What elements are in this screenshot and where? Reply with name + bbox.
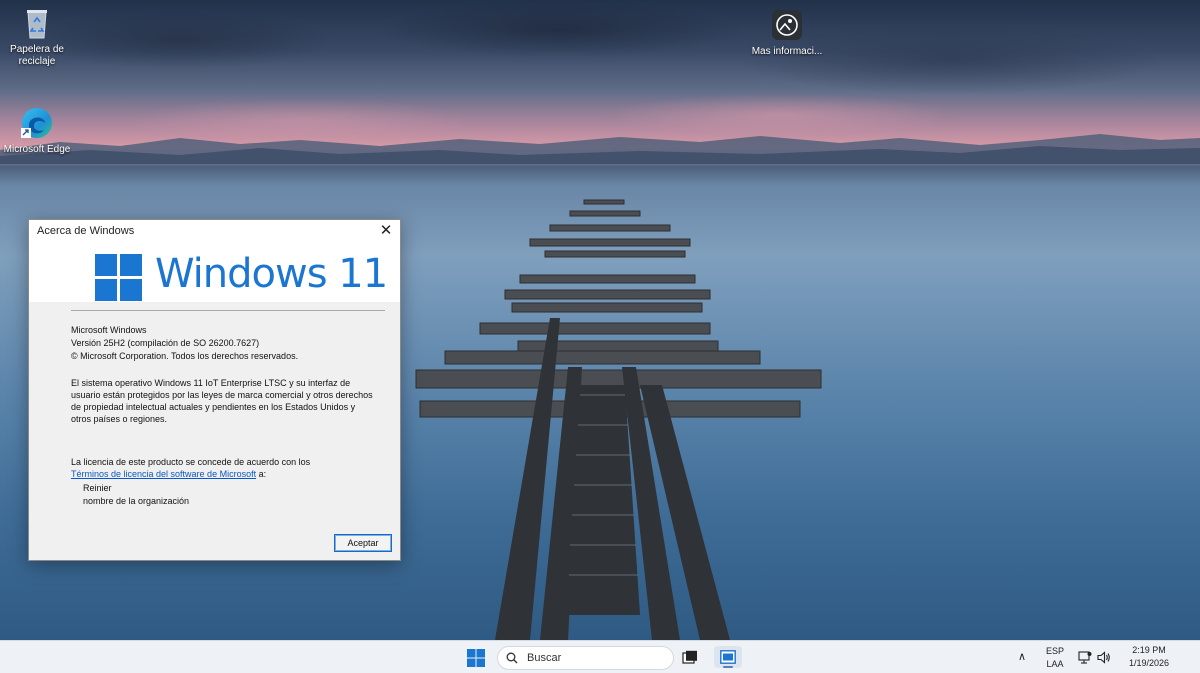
search-placeholder: Buscar [527, 652, 562, 664]
learn-about-picture-icon [772, 10, 802, 40]
start-icon[interactable] [465, 649, 487, 667]
recycle-bin-icon [27, 10, 47, 39]
active-indicator [723, 666, 733, 668]
keyboard-layout: LAA [1046, 659, 1064, 669]
license-line: Términos de licencia del software de Mic… [71, 468, 266, 481]
version-text: Versión 25H2 (compilación de SO 26200.76… [71, 338, 260, 348]
licensed-user: Reinier [83, 483, 112, 493]
task-view-icon[interactable] [682, 650, 698, 664]
taskbar-search-box[interactable]: Buscar [497, 646, 674, 670]
desktop-icon-recycle-bin[interactable]: Papelera de reciclaje [0, 6, 74, 68]
clock-time: 2:19 PM [1132, 645, 1166, 655]
taskbar-app-button[interactable] [714, 646, 742, 668]
volume-icon[interactable] [1097, 651, 1111, 664]
legal-text-line: usuario están protegidos por las leyes d… [71, 390, 373, 400]
desktop-icon-label: Papelera de reciclaje [10, 44, 64, 67]
mountains [0, 134, 1200, 164]
wooden-pier [415, 199, 822, 640]
about-windows-dialog: Acerca de Windows ✕ Windows 11 Microsoft… [28, 219, 401, 561]
taskbar: Buscar ∧ ESP LAA 2:19 PM 1/19/2026 [0, 640, 1200, 673]
windows-logo-icon [95, 254, 142, 301]
windows-logo-text: Windows 11 [155, 251, 388, 297]
legal-text-line: otros países o regiones. [71, 414, 168, 424]
product-name: Microsoft Windows [71, 325, 147, 335]
search-icon [506, 652, 518, 664]
dialog-title: Acerca de Windows [37, 225, 135, 237]
legal-text-line: de propiedad intelectual actuales y pend… [71, 402, 356, 412]
windows-banner: Windows 11 [29, 242, 400, 302]
edge-icon [21, 108, 52, 138]
desktop-icon-label: Microsoft Edge [3, 144, 71, 155]
licensed-organization: nombre de la organización [83, 496, 190, 506]
copyright-text: © Microsoft Corporation. Todos los derec… [71, 351, 299, 361]
network-icon[interactable] [1078, 651, 1092, 664]
legal-text-line: El sistema operativo Windows 11 IoT Ente… [71, 378, 351, 388]
chevron-up-icon[interactable]: ∧ [1018, 650, 1026, 663]
language-indicator[interactable]: ESP LAA [1044, 646, 1066, 669]
language-code: ESP [1045, 646, 1064, 656]
license-suffix: a: [256, 469, 267, 479]
desktop-icon-label: Mas informaci... [751, 46, 823, 57]
app-window-icon [720, 650, 736, 664]
divider [71, 310, 385, 311]
desktop-icon-edge[interactable]: Microsoft Edge [0, 106, 74, 156]
clock[interactable]: 2:19 PM 1/19/2026 [1118, 645, 1180, 668]
clock-date: 1/19/2026 [1128, 658, 1170, 668]
desktop-icon-more-info[interactable]: Mas informaci... [750, 8, 824, 58]
close-button[interactable]: ✕ [372, 220, 400, 242]
dialog-titlebar[interactable]: Acerca de Windows ✕ [29, 220, 400, 242]
accept-button[interactable]: Aceptar [334, 534, 392, 552]
license-intro: La licencia de este producto se concede … [71, 457, 311, 467]
license-terms-link[interactable]: Términos de licencia del software de Mic… [71, 469, 256, 479]
